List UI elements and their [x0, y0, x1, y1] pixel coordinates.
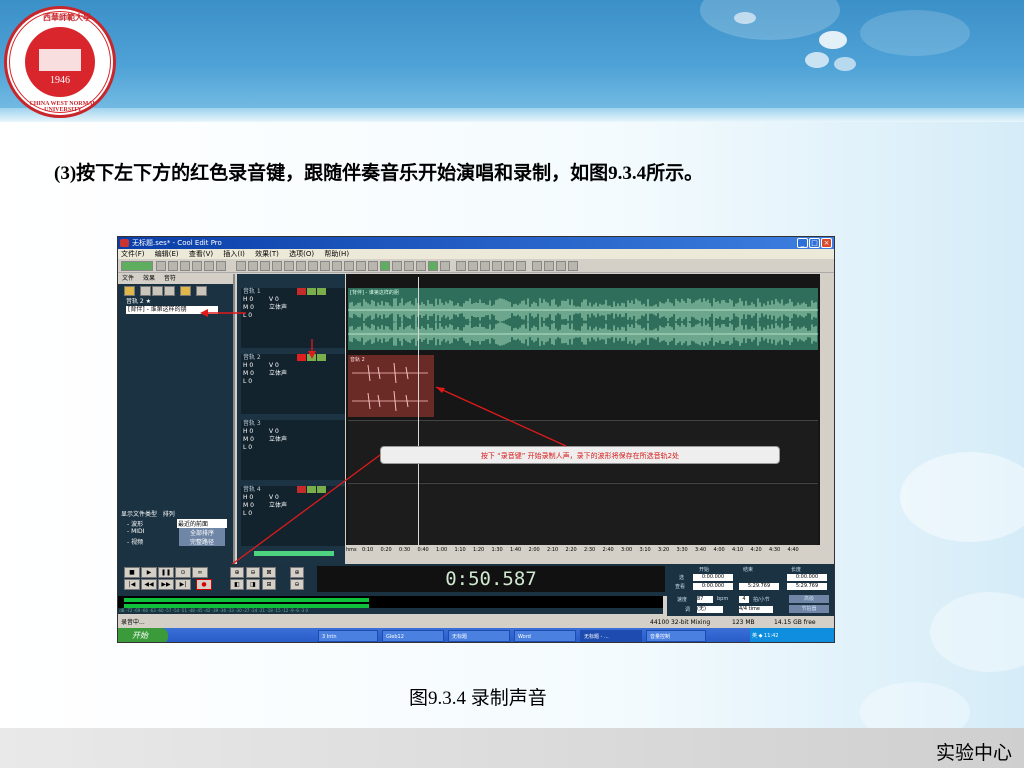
- start-button[interactable]: 开始: [118, 628, 168, 642]
- zoom-full-icon[interactable]: ⊠: [262, 567, 276, 578]
- selection-label: 选: [679, 575, 685, 581]
- go-start-button[interactable]: |◀: [124, 579, 140, 590]
- system-tray: 英 ◆ 11:42: [750, 628, 834, 642]
- forward-button[interactable]: ▶▶: [158, 579, 174, 590]
- zoom-vert-out-icon[interactable]: ⊖: [290, 579, 304, 590]
- logo-seal: 1946: [25, 27, 95, 97]
- tempo-panel: 速度 87 bpm 4 拍/小节 高级 调 (无) 4/4 time 节拍器: [667, 594, 834, 616]
- header-band: [0, 108, 1024, 122]
- bpm-label: bpm: [717, 596, 729, 602]
- play-button[interactable]: ▶: [141, 567, 157, 578]
- header-decoration: [860, 10, 970, 56]
- pause-button[interactable]: ❚❚: [158, 567, 174, 578]
- key-select[interactable]: (无): [697, 606, 723, 613]
- beats-value[interactable]: 4: [739, 596, 749, 603]
- zoom-in-icon[interactable]: ⊕: [230, 567, 244, 578]
- university-logo: 1946 西華師範大學 CHINA WEST NORMAL UNIVERSITY: [4, 6, 116, 118]
- view-length-value[interactable]: 5:29.769: [787, 583, 827, 590]
- background-decoration: [900, 452, 1024, 542]
- taskbar-item[interactable]: 3 Intn: [318, 630, 378, 642]
- metronome-button[interactable]: 节拍器: [789, 605, 829, 613]
- footer-label: 实验中心: [935, 743, 1012, 764]
- status-bar: 录音中... 44100 32-bit Mixing 123 MB 14.15 …: [118, 618, 834, 627]
- slide-footer: 实验中心: [0, 728, 1024, 768]
- level-meter-left: [124, 598, 369, 602]
- length-label: 长度: [791, 567, 802, 573]
- taskbar-item[interactable]: 音量控制: [646, 630, 706, 642]
- start-label: 开始: [699, 567, 710, 573]
- logo-year: 1946: [50, 75, 70, 86]
- view-label: 查看: [675, 584, 686, 590]
- go-end-button[interactable]: ▶|: [175, 579, 191, 590]
- advanced-button[interactable]: 高级: [789, 595, 829, 603]
- loop-button[interactable]: ∞: [192, 567, 208, 578]
- time-signature-select[interactable]: 4/4 time: [739, 606, 773, 613]
- instruction-text: (3)按下左下方的红色录音键，跟随伴奏音乐开始演唱和录制，如图9.3.4所示。: [54, 163, 704, 184]
- beats-per-bar-label: 拍/小节: [753, 597, 770, 603]
- status-free-space: 14.15 GB free: [774, 619, 816, 626]
- slide-header: [0, 0, 1024, 122]
- tempo-label: 速度: [677, 597, 688, 603]
- stop-button[interactable]: ■: [124, 567, 140, 578]
- zoom-out-icon[interactable]: ⊖: [246, 567, 260, 578]
- cool-edit-screenshot: 无标题.ses* - Cool Edit Pro _ □ × 文件(F) 编辑(…: [117, 236, 835, 643]
- play-from-cursor-button[interactable]: ⊙: [175, 567, 191, 578]
- status-memory: 123 MB: [732, 619, 755, 626]
- background-decoration: [930, 592, 1024, 672]
- end-label: 结束: [743, 567, 754, 573]
- zoom-right-icon[interactable]: ◨: [246, 579, 260, 590]
- windows-taskbar: 开始 3 Intn Gleb12 无标题 Word 无标题 - ... 音量控制…: [118, 628, 834, 642]
- status-format: 44100 32-bit Mixing: [650, 619, 711, 626]
- zoom-vert-in-icon[interactable]: ⊕: [290, 567, 304, 578]
- tempo-value[interactable]: 87: [697, 596, 713, 603]
- time-display: 0:50.587: [317, 566, 665, 592]
- sel-length-value[interactable]: 0:00.000: [787, 574, 827, 581]
- record-button[interactable]: ●: [196, 579, 212, 590]
- taskbar-item[interactable]: Word: [514, 630, 576, 642]
- zoom-vertical-icon[interactable]: ⊞: [262, 579, 276, 590]
- taskbar-item[interactable]: 无标题 - ...: [580, 630, 642, 642]
- rewind-button[interactable]: ◀◀: [141, 579, 157, 590]
- building-icon: [39, 49, 81, 71]
- taskbar-item[interactable]: 无标题: [448, 630, 510, 642]
- figure-caption: 图9.3.4 录制声音: [409, 688, 547, 709]
- logo-arc-text: CHINA WEST NORMAL UNIVERSITY: [29, 101, 97, 113]
- view-end-value[interactable]: 5:29.769: [739, 583, 779, 590]
- level-meter-scale: dB -72 -69 -66 -63 -60 -57 -54 -51 -48 -…: [118, 608, 663, 614]
- sel-start-value[interactable]: 0:00.000: [693, 574, 733, 581]
- status-recording: 录音中...: [121, 619, 145, 626]
- selection-time-panel: 开始 结束 长度 选 查看 0:00.000 0:00.000 0:00.000…: [667, 566, 834, 592]
- view-start-value[interactable]: 0:00.000: [693, 583, 733, 590]
- petal-icon: [734, 12, 756, 24]
- level-meter: dB -72 -69 -66 -63 -60 -57 -54 -51 -48 -…: [118, 596, 663, 614]
- key-label: 调: [685, 607, 691, 613]
- petal-icon: [805, 31, 856, 71]
- zoom-left-icon[interactable]: ◧: [230, 579, 244, 590]
- taskbar-item[interactable]: Gleb12: [382, 630, 444, 642]
- logo-top-text: 西華師範大學: [43, 13, 91, 22]
